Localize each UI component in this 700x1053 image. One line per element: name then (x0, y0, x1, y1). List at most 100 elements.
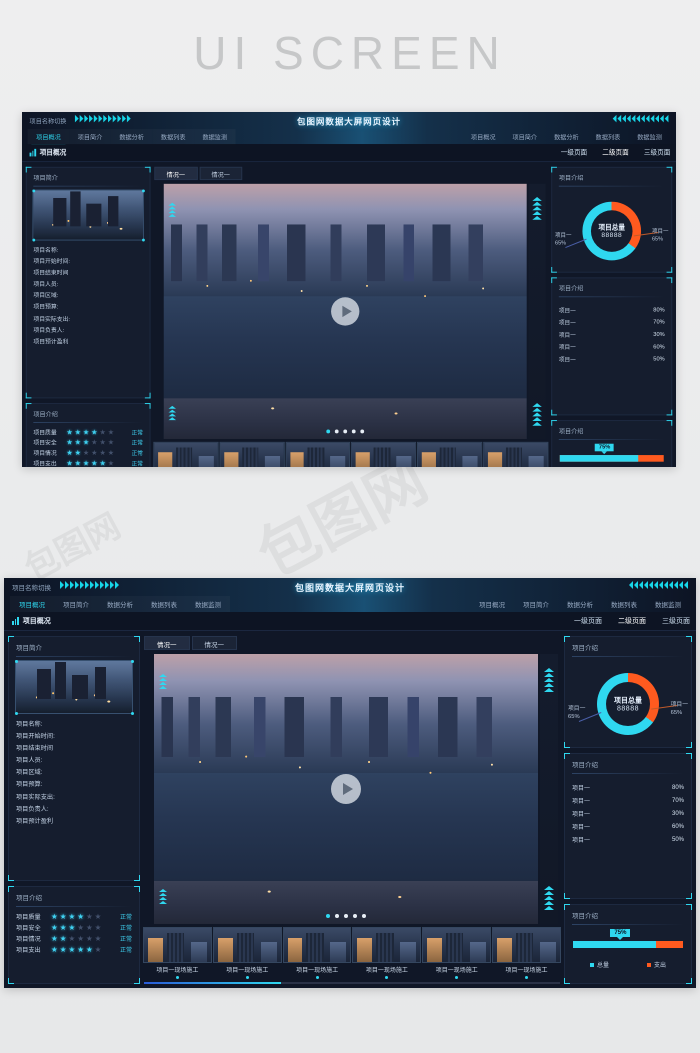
tab-project-overview-right[interactable]: 项目概况 (470, 596, 514, 613)
thumbnail-dot[interactable] (455, 976, 459, 979)
star-rating[interactable]: ★ ★ ★ ★ ★ ★ (51, 946, 115, 954)
tab-data-analysis-right[interactable]: 数据分析 (546, 129, 588, 145)
star-rating[interactable]: ★ ★ ★ ★ ★ ★ (66, 439, 126, 446)
star-icon[interactable]: ★ (60, 946, 67, 954)
thumbnail-scrollbar[interactable] (144, 982, 560, 984)
star-icon[interactable]: ★ (83, 460, 89, 467)
breadcrumb[interactable]: 一级页面 二级页面 三级页面 (574, 616, 690, 626)
star-icon[interactable]: ★ (91, 428, 97, 435)
tab-data-list[interactable]: 数据列表 (142, 596, 186, 613)
star-icon[interactable]: ★ (95, 935, 102, 943)
tab-project-intro-right[interactable]: 项目简介 (504, 129, 546, 145)
thumbnail-item[interactable]: 项目一现场施工 (351, 441, 417, 467)
thumbnail-item[interactable]: 项目一现场施工 (143, 927, 212, 979)
tab-data-list-right[interactable]: 数据列表 (587, 129, 629, 145)
star-icon[interactable]: ★ (51, 924, 58, 932)
star-icon[interactable]: ★ (99, 460, 105, 467)
breadcrumb[interactable]: 一级页面 二级页面 三级页面 (561, 148, 671, 157)
star-icon[interactable]: ★ (68, 935, 75, 943)
tab-project-intro[interactable]: 项目简介 (69, 129, 111, 145)
thumbnail-dot[interactable] (245, 976, 249, 979)
thumbnail-image[interactable] (352, 927, 422, 963)
star-icon[interactable]: ★ (66, 428, 72, 435)
star-icon[interactable]: ★ (91, 439, 97, 446)
video-tabs[interactable]: 情况一 情况一 (144, 636, 560, 650)
star-icon[interactable]: ★ (86, 924, 93, 932)
carousel-dot[interactable] (334, 429, 339, 434)
tab-data-analysis[interactable]: 数据分析 (98, 596, 142, 613)
tab-data-monitor[interactable]: 数据监测 (194, 129, 236, 145)
video-tabs[interactable]: 情况一 情况一 (154, 166, 547, 181)
star-icon[interactable]: ★ (66, 439, 72, 446)
nav-tabs-left[interactable]: 项目概况 项目简介 数据分析 数据列表 数据监测 (10, 596, 230, 613)
star-icon[interactable]: ★ (75, 460, 81, 467)
star-icon[interactable]: ★ (77, 924, 84, 932)
star-icon[interactable]: ★ (68, 924, 75, 932)
star-icon[interactable]: ★ (83, 439, 89, 446)
project-photo[interactable] (14, 659, 134, 715)
star-rating[interactable]: ★ ★ ★ ★ ★ ★ (51, 935, 115, 943)
thumbnail-item[interactable]: 项目一现场施工 (417, 441, 483, 467)
star-rating[interactable]: ★ ★ ★ ★ ★ ★ (51, 913, 115, 921)
carousel-dot[interactable] (326, 429, 331, 434)
star-icon[interactable]: ★ (60, 913, 67, 921)
star-icon[interactable]: ★ (77, 946, 84, 954)
thumbnail-image[interactable] (143, 927, 212, 963)
video-player[interactable] (154, 654, 538, 924)
carousel-dot[interactable] (326, 914, 330, 918)
star-icon[interactable]: ★ (75, 439, 81, 446)
carousel-dot[interactable] (343, 429, 348, 434)
thumbnail-strip[interactable]: 项目一现场施工 项目一现场施工 项目一现场施工 (153, 441, 549, 467)
thumbnail-item[interactable]: 项目一现场施工 (282, 927, 352, 979)
thumbnail-item[interactable]: 项目一现场施工 (492, 927, 561, 979)
thumbnail-item[interactable]: 项目一现场施工 (212, 927, 282, 979)
thumbnail-image[interactable] (422, 927, 492, 963)
star-rating[interactable]: ★ ★ ★ ★ ★ ★ (66, 449, 126, 456)
star-icon[interactable]: ★ (60, 935, 67, 943)
carousel-dot[interactable] (344, 914, 348, 918)
star-icon[interactable]: ★ (95, 913, 102, 921)
thumbnail-dot[interactable] (385, 976, 389, 979)
dashboard-preview-large[interactable]: 项目名称切换 包图网数据大屏网页设计 项目概况 项目简介 数据分析 数据列表 数… (4, 578, 696, 988)
star-icon[interactable]: ★ (108, 460, 114, 467)
thumbnail-image[interactable] (282, 927, 352, 963)
video-tab-1[interactable]: 情况一 (154, 166, 198, 181)
star-icon[interactable]: ★ (77, 935, 84, 943)
star-rating[interactable]: ★ ★ ★ ★ ★ ★ (51, 924, 115, 932)
star-icon[interactable]: ★ (108, 439, 114, 446)
star-icon[interactable]: ★ (108, 428, 114, 435)
nav-tabs-left[interactable]: 项目概况 项目简介 数据分析 数据列表 数据监测 (28, 129, 236, 146)
nav-tabs-right[interactable]: 项目概况 项目简介 数据分析 数据列表 数据监测 (470, 596, 690, 613)
tab-project-overview[interactable]: 项目概况 (10, 596, 54, 613)
star-rating[interactable]: ★ ★ ★ ★ ★ ★ (66, 428, 126, 435)
thumbnail-strip[interactable]: 项目一现场施工 项目一现场施工 项目一现场施工 (143, 927, 561, 984)
thumbnail-list[interactable]: 项目一现场施工 项目一现场施工 项目一现场施工 (143, 927, 561, 979)
tab-project-intro-right[interactable]: 项目简介 (514, 596, 558, 613)
breadcrumb-level-1[interactable]: 一级页面 (574, 616, 602, 626)
thumbnail-image[interactable] (285, 441, 351, 467)
star-rating[interactable]: ★ ★ ★ ★ ★ ★ (66, 460, 126, 467)
tab-data-analysis-right[interactable]: 数据分析 (558, 596, 602, 613)
star-icon[interactable]: ★ (108, 449, 114, 456)
tab-project-overview-right[interactable]: 项目概况 (462, 129, 504, 145)
play-icon[interactable] (331, 297, 360, 326)
tab-data-list[interactable]: 数据列表 (152, 129, 194, 145)
star-icon[interactable]: ★ (83, 449, 89, 456)
thumbnail-image[interactable] (483, 441, 549, 467)
project-photo[interactable] (31, 189, 145, 242)
star-icon[interactable]: ★ (99, 449, 105, 456)
star-icon[interactable]: ★ (86, 935, 93, 943)
thumbnail-image[interactable] (417, 441, 483, 467)
breadcrumb-level-1[interactable]: 一级页面 (561, 148, 587, 157)
breadcrumb-level-2[interactable]: 二级页面 (618, 616, 646, 626)
progress-bar[interactable] (559, 455, 664, 462)
star-icon[interactable]: ★ (68, 946, 75, 954)
play-icon[interactable] (331, 774, 361, 804)
carousel-dot[interactable] (353, 914, 357, 918)
tab-project-overview[interactable]: 项目概况 (28, 129, 70, 146)
carousel-dots[interactable] (164, 429, 527, 434)
star-icon[interactable]: ★ (91, 460, 97, 467)
star-icon[interactable]: ★ (86, 913, 93, 921)
nav-tabs-right[interactable]: 项目概况 项目简介 数据分析 数据列表 数据监测 (462, 129, 670, 145)
breadcrumb-level-3[interactable]: 三级页面 (644, 148, 670, 157)
